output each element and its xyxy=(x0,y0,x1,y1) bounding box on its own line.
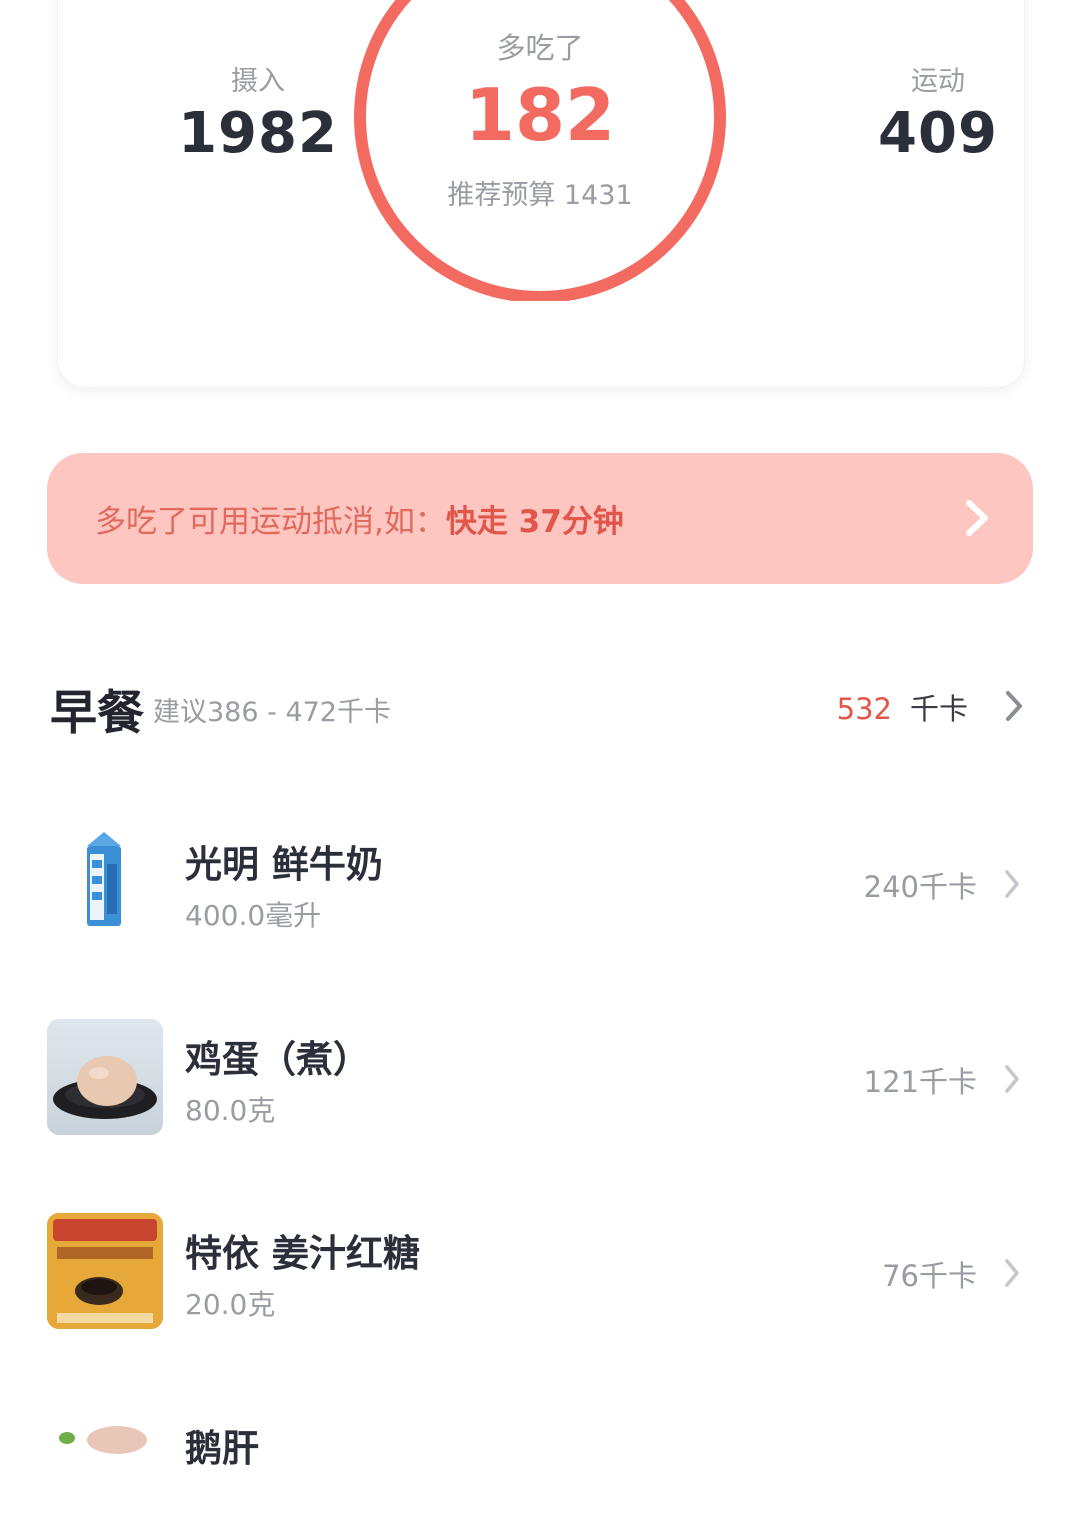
breakfast-header[interactable]: 早餐 建议386 - 472千卡 532 千卡 xyxy=(47,670,1033,741)
chevron-right-icon xyxy=(1005,1259,1019,1287)
calorie-summary-card: 摄入 1982 多吃了 182 推荐预算 1431 运动 409 xyxy=(57,0,1025,388)
tip-highlight: 快走 37分钟 xyxy=(445,504,624,540)
meal-title: 早餐 xyxy=(50,686,144,741)
meal-kcal-value: 532 xyxy=(836,692,892,726)
food-name: 光明 鲜牛奶 xyxy=(185,843,383,886)
intake-value: 1982 xyxy=(178,101,338,166)
milk-carton-image xyxy=(47,824,163,940)
food-name: 鹅肝 xyxy=(185,1427,259,1470)
food-item[interactable]: 光明 鲜牛奶 400.0毫升 240千卡 xyxy=(47,824,1033,944)
food-quantity: 400.0毫升 xyxy=(185,899,322,932)
chevron-right-icon xyxy=(1005,1065,1019,1093)
food-item[interactable]: 鹅肝 xyxy=(47,1408,1033,1528)
food-name: 特依 姜汁红糖 xyxy=(185,1232,420,1275)
meal-kcal-unit: 千卡 xyxy=(909,692,968,726)
food-quantity: 20.0克 xyxy=(185,1288,276,1321)
boiled-egg-image xyxy=(47,1019,163,1135)
over-value: 182 xyxy=(464,73,616,157)
food-quantity: 80.0克 xyxy=(185,1094,276,1127)
exercise-value: 409 xyxy=(878,101,998,166)
calorie-ring[interactable]: 多吃了 182 推荐预算 1431 xyxy=(350,0,730,301)
meal-suggestion: 建议386 - 472千卡 xyxy=(153,697,391,728)
food-name: 鸡蛋（煮） xyxy=(185,1038,370,1081)
exercise-label: 运动 xyxy=(911,66,965,97)
food-kcal: 76千卡 xyxy=(882,1259,977,1293)
goose-liver-image xyxy=(47,1408,163,1524)
food-item[interactable]: 鸡蛋（煮） 80.0克 121千卡 xyxy=(47,1019,1033,1139)
chevron-right-icon xyxy=(1005,870,1019,898)
over-label: 多吃了 xyxy=(496,31,584,65)
brown-sugar-package-image xyxy=(47,1213,163,1329)
food-item[interactable]: 特依 姜汁红糖 20.0克 76千卡 xyxy=(47,1213,1033,1333)
tip-text: 多吃了可用运动抵消,如：快走 37分钟 xyxy=(95,496,624,541)
food-kcal: 121千卡 xyxy=(863,1065,977,1099)
chevron-right-icon xyxy=(1006,691,1022,721)
budget-text: 推荐预算 1431 xyxy=(447,180,633,211)
meal-total: 532 千卡 xyxy=(837,686,968,728)
intake-label: 摄入 xyxy=(231,66,285,97)
food-kcal: 240千卡 xyxy=(863,870,977,904)
exercise-offset-banner[interactable]: 多吃了可用运动抵消,如：快走 37分钟 xyxy=(47,453,1033,584)
chevron-right-icon xyxy=(966,500,988,536)
tip-prefix: 多吃了可用运动抵消,如： xyxy=(95,504,446,540)
